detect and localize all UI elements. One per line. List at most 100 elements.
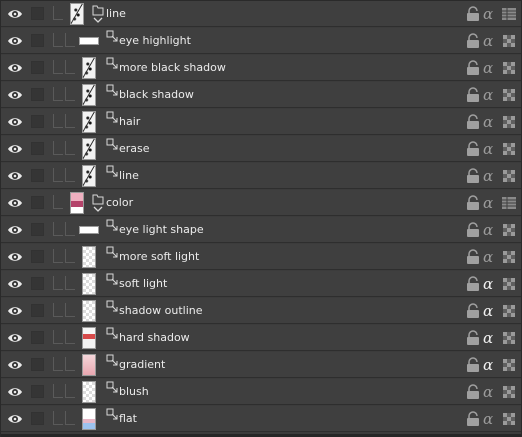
alpha-lock-icon[interactable]: α [483, 168, 499, 184]
lock-icon[interactable] [465, 222, 481, 238]
layer-lock-toggle[interactable] [31, 115, 44, 128]
layer-lock-toggle[interactable] [31, 61, 44, 74]
folder-icon[interactable] [92, 4, 104, 24]
layer-lock-toggle[interactable] [31, 34, 44, 47]
layer-name[interactable]: more soft light [119, 250, 199, 264]
layer-name[interactable]: color [106, 196, 133, 210]
blend-mode-icon[interactable] [501, 249, 517, 265]
lock-icon[interactable] [465, 249, 481, 265]
alpha-lock-icon[interactable]: α [483, 384, 499, 400]
layer-name[interactable]: more black shadow [119, 61, 226, 75]
layer-lock-toggle[interactable] [31, 142, 44, 155]
blend-mode-icon[interactable] [501, 411, 517, 427]
layer-name[interactable]: eye light shape [119, 223, 204, 237]
lock-icon[interactable] [465, 384, 481, 400]
eye-icon[interactable] [7, 277, 23, 291]
layer-name[interactable]: line [119, 169, 139, 183]
lock-icon[interactable] [465, 303, 481, 319]
eye-icon[interactable] [7, 169, 23, 183]
eye-icon[interactable] [7, 34, 23, 48]
eye-icon[interactable] [7, 385, 23, 399]
layer-row[interactable]: hard shadow α [1, 325, 521, 351]
blend-mode-icon[interactable] [501, 60, 517, 76]
alpha-lock-icon[interactable]: α [483, 195, 499, 211]
layer-name[interactable]: hair [119, 115, 140, 129]
eye-icon[interactable] [7, 412, 23, 426]
layer-lock-toggle[interactable] [31, 7, 44, 20]
layer-name[interactable]: flat [119, 412, 137, 426]
alpha-lock-icon[interactable]: α [483, 33, 499, 49]
eye-icon[interactable] [7, 304, 23, 318]
blend-mode-icon[interactable] [501, 87, 517, 103]
folder-mode-icon[interactable] [501, 195, 517, 211]
layer-row[interactable]: soft light α [1, 271, 521, 297]
eye-icon[interactable] [7, 250, 23, 264]
layer-lock-toggle[interactable] [31, 385, 44, 398]
eye-icon[interactable] [7, 196, 23, 210]
layer-row[interactable]: line α [1, 1, 521, 27]
layer-row[interactable]: line α [1, 163, 521, 189]
layer-row[interactable]: black shadow α [1, 82, 521, 108]
layer-lock-toggle[interactable] [31, 304, 44, 317]
layer-row[interactable]: erase α [1, 136, 521, 162]
layer-name[interactable]: soft light [119, 277, 167, 291]
alpha-lock-icon[interactable]: α [483, 249, 499, 265]
layer-name[interactable]: erase [119, 142, 150, 156]
layer-lock-toggle[interactable] [31, 331, 44, 344]
alpha-lock-icon[interactable]: α [483, 303, 499, 319]
lock-icon[interactable] [465, 411, 481, 427]
lock-icon[interactable] [465, 141, 481, 157]
layer-row[interactable]: flat α [1, 406, 521, 432]
alpha-lock-icon[interactable]: α [483, 141, 499, 157]
layer-name[interactable]: blush [119, 385, 149, 399]
blend-mode-icon[interactable] [501, 33, 517, 49]
layer-lock-toggle[interactable] [31, 88, 44, 101]
blend-mode-icon[interactable] [501, 168, 517, 184]
alpha-lock-icon[interactable]: α [483, 87, 499, 103]
layer-row[interactable]: gradient α [1, 352, 521, 378]
layer-lock-toggle[interactable] [31, 412, 44, 425]
lock-icon[interactable] [465, 60, 481, 76]
folder-icon[interactable] [92, 193, 104, 213]
eye-icon[interactable] [7, 142, 23, 156]
eye-icon[interactable] [7, 358, 23, 372]
lock-icon[interactable] [465, 6, 481, 22]
layer-lock-toggle[interactable] [31, 277, 44, 290]
lock-icon[interactable] [465, 114, 481, 130]
layer-lock-toggle[interactable] [31, 358, 44, 371]
lock-icon[interactable] [465, 357, 481, 373]
eye-icon[interactable] [7, 223, 23, 237]
layer-lock-toggle[interactable] [31, 223, 44, 236]
eye-icon[interactable] [7, 88, 23, 102]
layer-name[interactable]: shadow outline [119, 304, 203, 318]
lock-icon[interactable] [465, 168, 481, 184]
lock-icon[interactable] [465, 276, 481, 292]
layer-row[interactable]: color α [1, 190, 521, 216]
alpha-lock-icon[interactable]: α [483, 276, 499, 292]
eye-icon[interactable] [7, 61, 23, 75]
layer-lock-toggle[interactable] [31, 169, 44, 182]
blend-mode-icon[interactable] [501, 303, 517, 319]
layer-row[interactable]: blush α [1, 379, 521, 405]
lock-icon[interactable] [465, 33, 481, 49]
blend-mode-icon[interactable] [501, 114, 517, 130]
layer-name[interactable]: eye highlight [119, 34, 191, 48]
layer-name[interactable]: hard shadow [119, 331, 190, 345]
layer-row[interactable]: more black shadow α [1, 55, 521, 81]
alpha-lock-icon[interactable]: α [483, 330, 499, 346]
blend-mode-icon[interactable] [501, 330, 517, 346]
eye-icon[interactable] [7, 7, 23, 21]
layer-row[interactable]: eye highlight α [1, 28, 521, 54]
eye-icon[interactable] [7, 331, 23, 345]
alpha-lock-icon[interactable]: α [483, 411, 499, 427]
eye-icon[interactable] [7, 115, 23, 129]
alpha-lock-icon[interactable]: α [483, 222, 499, 238]
alpha-lock-icon[interactable]: α [483, 114, 499, 130]
folder-mode-icon[interactable] [501, 6, 517, 22]
blend-mode-icon[interactable] [501, 384, 517, 400]
blend-mode-icon[interactable] [501, 276, 517, 292]
layer-row[interactable]: more soft light α [1, 244, 521, 270]
layer-name[interactable]: black shadow [119, 88, 194, 102]
layer-lock-toggle[interactable] [31, 196, 44, 209]
lock-icon[interactable] [465, 195, 481, 211]
